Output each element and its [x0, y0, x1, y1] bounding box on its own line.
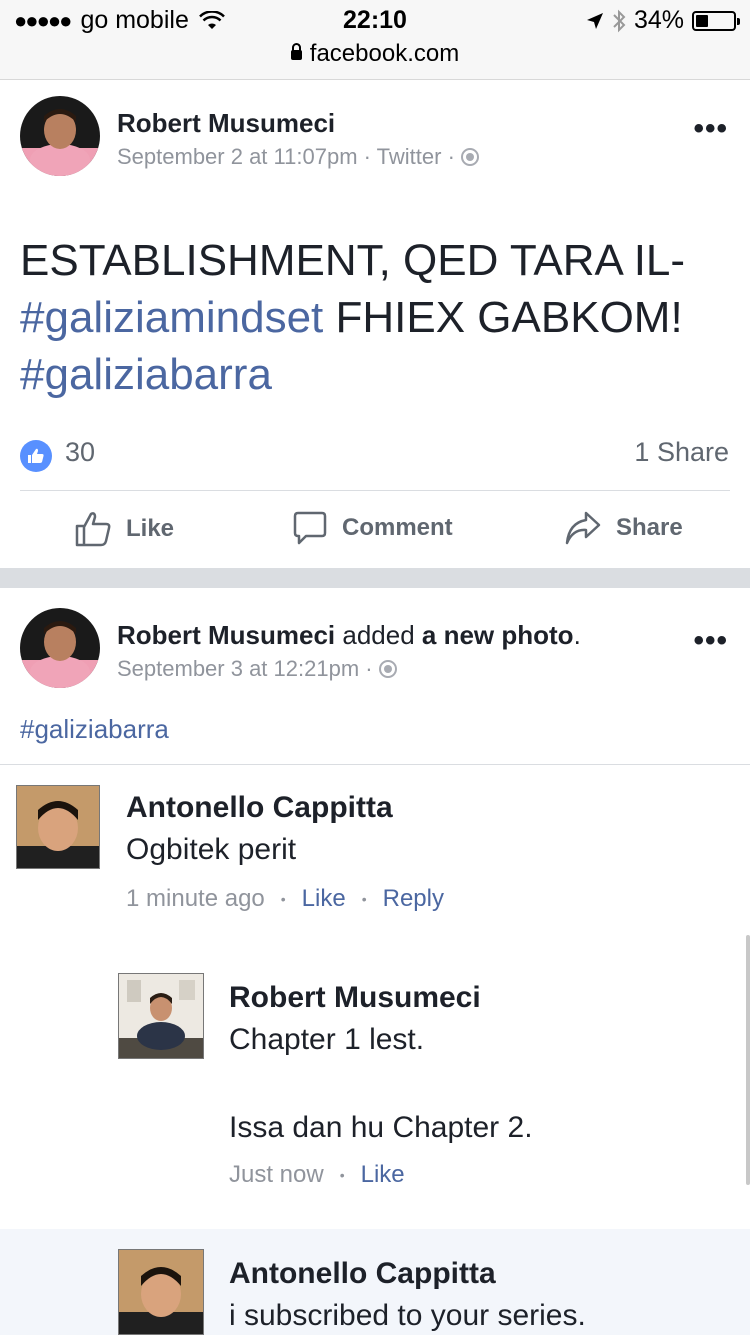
post1-meta: September 2 at 11:07pm · Twitter · — [117, 144, 480, 170]
comment2-avatar — [118, 1249, 204, 1335]
comment-button[interactable]: Comment — [292, 510, 453, 546]
comment1-author: Antonello Cappitta — [126, 791, 393, 824]
share-label: Share — [616, 514, 683, 541]
share-icon — [565, 511, 601, 545]
address-bar[interactable]: facebook.com — [0, 40, 750, 68]
post2-photo[interactable]: Antonello Cappitta Ogbitek perit 1 minut… — [0, 764, 750, 1335]
post1-text-line1: ESTABLISHMENT, QED TARA IL- — [20, 236, 686, 285]
post1-avatar[interactable] — [20, 96, 100, 176]
reply1-meta: Just now • Like — [229, 1161, 405, 1188]
post2-avatar[interactable] — [20, 608, 100, 688]
comment1-time: 1 minute ago — [126, 885, 265, 912]
hashtag-galiziamindset[interactable]: #galiziamindset — [20, 293, 323, 342]
post1-text-line2: FHIEX GABKOM! — [323, 293, 683, 342]
comment-icon — [293, 511, 327, 545]
post2-author[interactable]: Robert Musumeci — [117, 620, 335, 650]
post1-more-icon[interactable]: ••• — [693, 112, 728, 146]
post2-timestamp[interactable]: September 3 at 12:21pm · — [117, 656, 373, 681]
comment1-meta: 1 minute ago • Like • Reply — [126, 885, 444, 912]
comment1-like-link: Like — [301, 885, 346, 912]
thumbs-up-icon — [75, 512, 111, 547]
lock-icon — [290, 43, 302, 60]
post2-meta: September 3 at 12:21pm · — [117, 656, 397, 682]
post2-header: Robert Musumeci added a new photo. — [117, 620, 581, 650]
comment1-avatar — [16, 785, 100, 869]
like-button[interactable]: Like — [74, 510, 174, 548]
post2-more-icon[interactable]: ••• — [693, 624, 728, 658]
bluetooth-icon — [613, 9, 626, 32]
scrollbar — [746, 935, 750, 1185]
comment2-author: Antonello Cappitta — [229, 1257, 496, 1290]
comment-label: Comment — [342, 514, 453, 541]
globe-icon — [461, 148, 480, 166]
reply1-like-link: Like — [360, 1161, 405, 1188]
reply1-text-line1: Chapter 1 lest. — [229, 1023, 425, 1056]
share-button[interactable]: Share — [564, 510, 683, 546]
post1-text: ESTABLISHMENT, QED TARA IL- #galiziamind… — [20, 232, 740, 403]
reply1-text-line2: Issa dan hu Chapter 2. — [229, 1111, 533, 1144]
post1-timestamp[interactable]: September 2 at 11:07pm · Twitter · — [117, 144, 455, 169]
location-arrow-icon — [586, 12, 603, 29]
reply1-author: Robert Musumeci — [229, 981, 481, 1014]
url-text: facebook.com — [309, 40, 460, 67]
post2-hashtag[interactable]: #galiziabarra — [20, 714, 169, 745]
status-right: 34% — [586, 6, 740, 35]
reply1-time: Just now — [229, 1161, 324, 1188]
like-count[interactable]: 30 — [65, 437, 95, 468]
comment2-text: i subscribed to your series. — [229, 1299, 586, 1332]
globe-icon — [378, 660, 397, 678]
battery-fill — [696, 14, 708, 27]
hashtag-galiziabarra[interactable]: #galiziabarra — [20, 350, 272, 399]
post1-author[interactable]: Robert Musumeci — [117, 108, 335, 139]
status-bar: ●●●●● go mobile 22:10 34% facebook.com — [0, 0, 750, 80]
like-reaction-icon — [20, 440, 52, 472]
share-count[interactable]: 1 Share — [634, 437, 729, 468]
post2-object[interactable]: a new photo — [422, 620, 574, 650]
divider — [20, 490, 730, 491]
battery-icon — [692, 10, 740, 31]
comment1-text: Ogbitek perit — [126, 833, 297, 866]
post2-action: added — [335, 620, 422, 650]
feed-separator — [0, 568, 750, 588]
reply1-avatar — [118, 973, 204, 1059]
comment1-reply-link: Reply — [382, 885, 444, 912]
battery-percent: 34% — [633, 6, 684, 34]
like-label: Like — [126, 515, 175, 542]
